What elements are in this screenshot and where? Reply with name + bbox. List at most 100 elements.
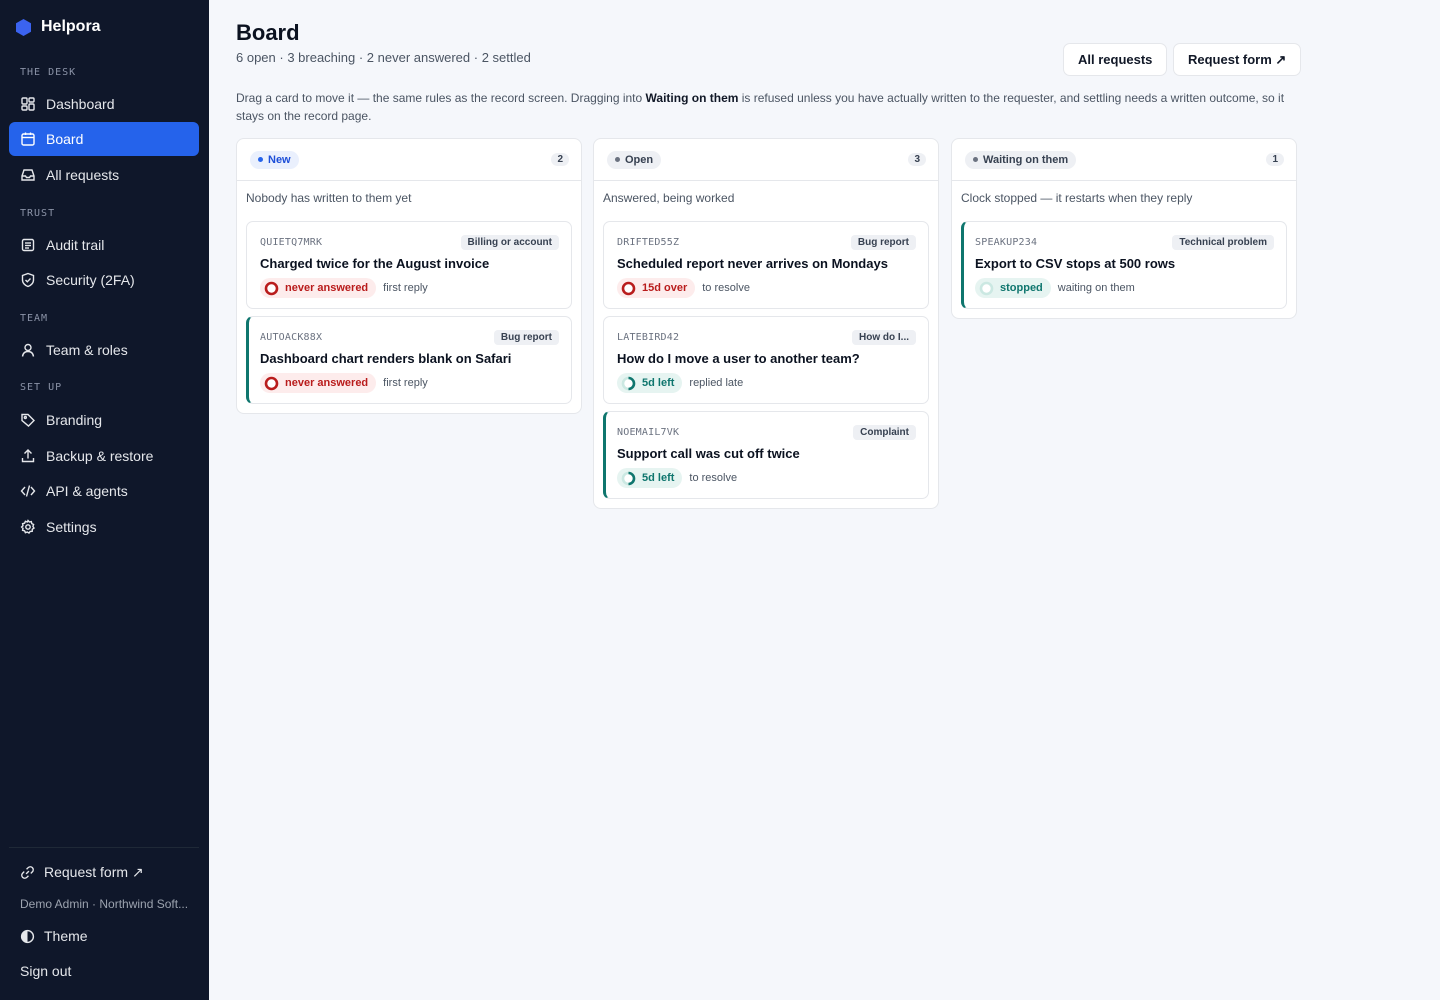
request-card[interactable]: SPEAKUP234 Technical problem Export to CS… [961, 221, 1287, 309]
sidebar-item-settings[interactable]: Settings [9, 510, 199, 544]
sidebar-divider [9, 847, 199, 848]
request-form-label: Request form ↗ [44, 864, 144, 880]
sla-badge: never answered [260, 373, 377, 393]
status-ring-icon [264, 376, 279, 390]
tag-icon [21, 413, 35, 427]
sla-label: 5d left [642, 472, 675, 484]
sidebar-item-security[interactable]: Security (2FA) [9, 263, 199, 297]
column-label: Waiting on them [965, 150, 1077, 169]
sidebar-item-audit-trail[interactable]: Audit trail [9, 228, 199, 262]
sla-note: replied late [689, 377, 744, 389]
sidebar-item-team-roles[interactable]: Team & roles [9, 333, 199, 367]
request-id: SPEAKUP234 [975, 236, 1038, 248]
sign-out-label: Sign out [20, 963, 72, 979]
section-label-trust: TRUST [20, 208, 56, 219]
sign-out-button[interactable]: Sign out [20, 963, 71, 979]
request-card[interactable]: NOEMAIL7VK Complaint Support call was cut… [603, 411, 929, 499]
app-name: Helpora [41, 18, 101, 35]
sidebar-request-form-link[interactable]: Request form ↗ [20, 864, 144, 881]
sidebar-item-label: Security (2FA) [46, 272, 135, 288]
request-form-button[interactable]: Request form ↗ [1173, 43, 1302, 76]
column-header: New 2 [237, 139, 581, 181]
category-tag: How do I... [852, 329, 916, 345]
category-tag: Billing or account [460, 234, 559, 250]
column-header: Waiting on them 1 [952, 139, 1296, 181]
sla-badge: 5d left [617, 468, 683, 488]
sidebar-item-branding[interactable]: Branding [9, 403, 199, 437]
request-title: Charged twice for the August invoice [260, 256, 490, 271]
sla-badge: never answered [260, 278, 377, 298]
user-icon [21, 343, 35, 357]
request-card[interactable]: QUIETQ7MRK Billing or account Charged twi… [246, 221, 572, 309]
request-id: AUTOACK88X [260, 331, 323, 343]
status-ring-icon [979, 281, 994, 295]
column-open[interactable]: Open 3 Answered, being worked DRIFTED55Z… [593, 138, 939, 509]
request-card[interactable]: LATEBIRD42 How do I... How do I move a us… [603, 316, 929, 404]
sla-label: 5d left [642, 377, 675, 389]
intro-text: Drag a card to move it — the same rules … [236, 91, 646, 105]
column-header: Open 3 [594, 139, 938, 181]
sla-note: first reply [383, 377, 428, 389]
sla-note: waiting on them [1057, 282, 1135, 294]
dot-icon [973, 157, 978, 162]
section-label-setup: SET UP [20, 382, 63, 393]
request-id: QUIETQ7MRK [260, 236, 323, 248]
dot-icon [615, 157, 620, 162]
dashboard-icon [21, 97, 35, 111]
sidebar-item-label: Audit trail [46, 237, 105, 253]
request-card[interactable]: DRIFTED55Z Bug report Scheduled report ne… [603, 221, 929, 309]
status-ring-icon [621, 281, 636, 295]
brand[interactable]: Helpora [16, 18, 101, 36]
sidebar-item-board[interactable]: Board [9, 122, 199, 156]
sidebar-item-label: Backup & restore [46, 448, 154, 464]
sidebar-item-api-agents[interactable]: API & agents [9, 474, 199, 508]
sidebar-item-all-requests[interactable]: All requests [9, 158, 199, 192]
column-waiting-on-them[interactable]: Waiting on them 1 Clock stopped — it res… [951, 138, 1297, 319]
sidebar: Helpora THE DESK Dashboard Board All req… [0, 0, 209, 1000]
category-tag: Technical problem [1172, 234, 1274, 250]
sidebar-item-backup-restore[interactable]: Backup & restore [9, 439, 199, 473]
request-title: How do I move a user to another team? [617, 351, 860, 366]
category-tag: Complaint [853, 424, 916, 440]
sidebar-item-dashboard[interactable]: Dashboard [9, 87, 199, 121]
upload-icon [21, 449, 35, 463]
status-ring-icon [621, 376, 636, 390]
status-ring-icon [264, 281, 279, 295]
all-requests-button[interactable]: All requests [1063, 43, 1168, 76]
sla-badge: 5d left [617, 373, 683, 393]
sidebar-item-label: Branding [46, 412, 103, 428]
inbox-icon [21, 169, 35, 181]
column-name: Waiting on them [983, 153, 1069, 166]
request-id: LATEBIRD42 [617, 331, 680, 343]
column-count: 1 [1266, 153, 1284, 166]
sidebar-item-label: Team & roles [46, 342, 128, 358]
sidebar-item-label: Dashboard [46, 96, 115, 112]
column-count: 3 [908, 153, 926, 166]
sla-label: 15d over [642, 282, 688, 294]
request-card[interactable]: AUTOACK88X Bug report Dashboard chart ren… [246, 316, 572, 404]
request-title: Export to CSV stops at 500 rows [975, 256, 1176, 271]
sla-label: stopped [1000, 282, 1043, 294]
current-user: Demo Admin · Northwind Soft... [20, 897, 189, 911]
section-label-desk: THE DESK [20, 67, 77, 78]
column-count: 2 [551, 153, 569, 166]
sla-label: never answered [285, 377, 369, 389]
request-title: Support call was cut off twice [617, 446, 800, 461]
column-new[interactable]: New 2 Nobody has written to them yet QUI… [236, 138, 582, 414]
sidebar-item-label: Settings [46, 519, 97, 535]
theme-label: Theme [44, 928, 88, 944]
board-icon [21, 132, 35, 146]
request-id: DRIFTED55Z [617, 236, 680, 248]
column-description: Clock stopped — it restarts when they re… [961, 191, 1193, 205]
column-description: Nobody has written to them yet [246, 191, 412, 205]
request-id: NOEMAIL7VK [617, 426, 680, 438]
theme-toggle[interactable]: Theme [20, 928, 88, 944]
column-name: Open [625, 153, 654, 166]
sla-note: first reply [383, 282, 428, 294]
sla-note: to resolve [702, 282, 750, 294]
sla-note: to resolve [689, 472, 738, 484]
theme-icon [20, 929, 35, 943]
category-tag: Bug report [493, 329, 559, 345]
gear-icon [20, 519, 35, 535]
sidebar-item-label: All requests [46, 167, 120, 183]
